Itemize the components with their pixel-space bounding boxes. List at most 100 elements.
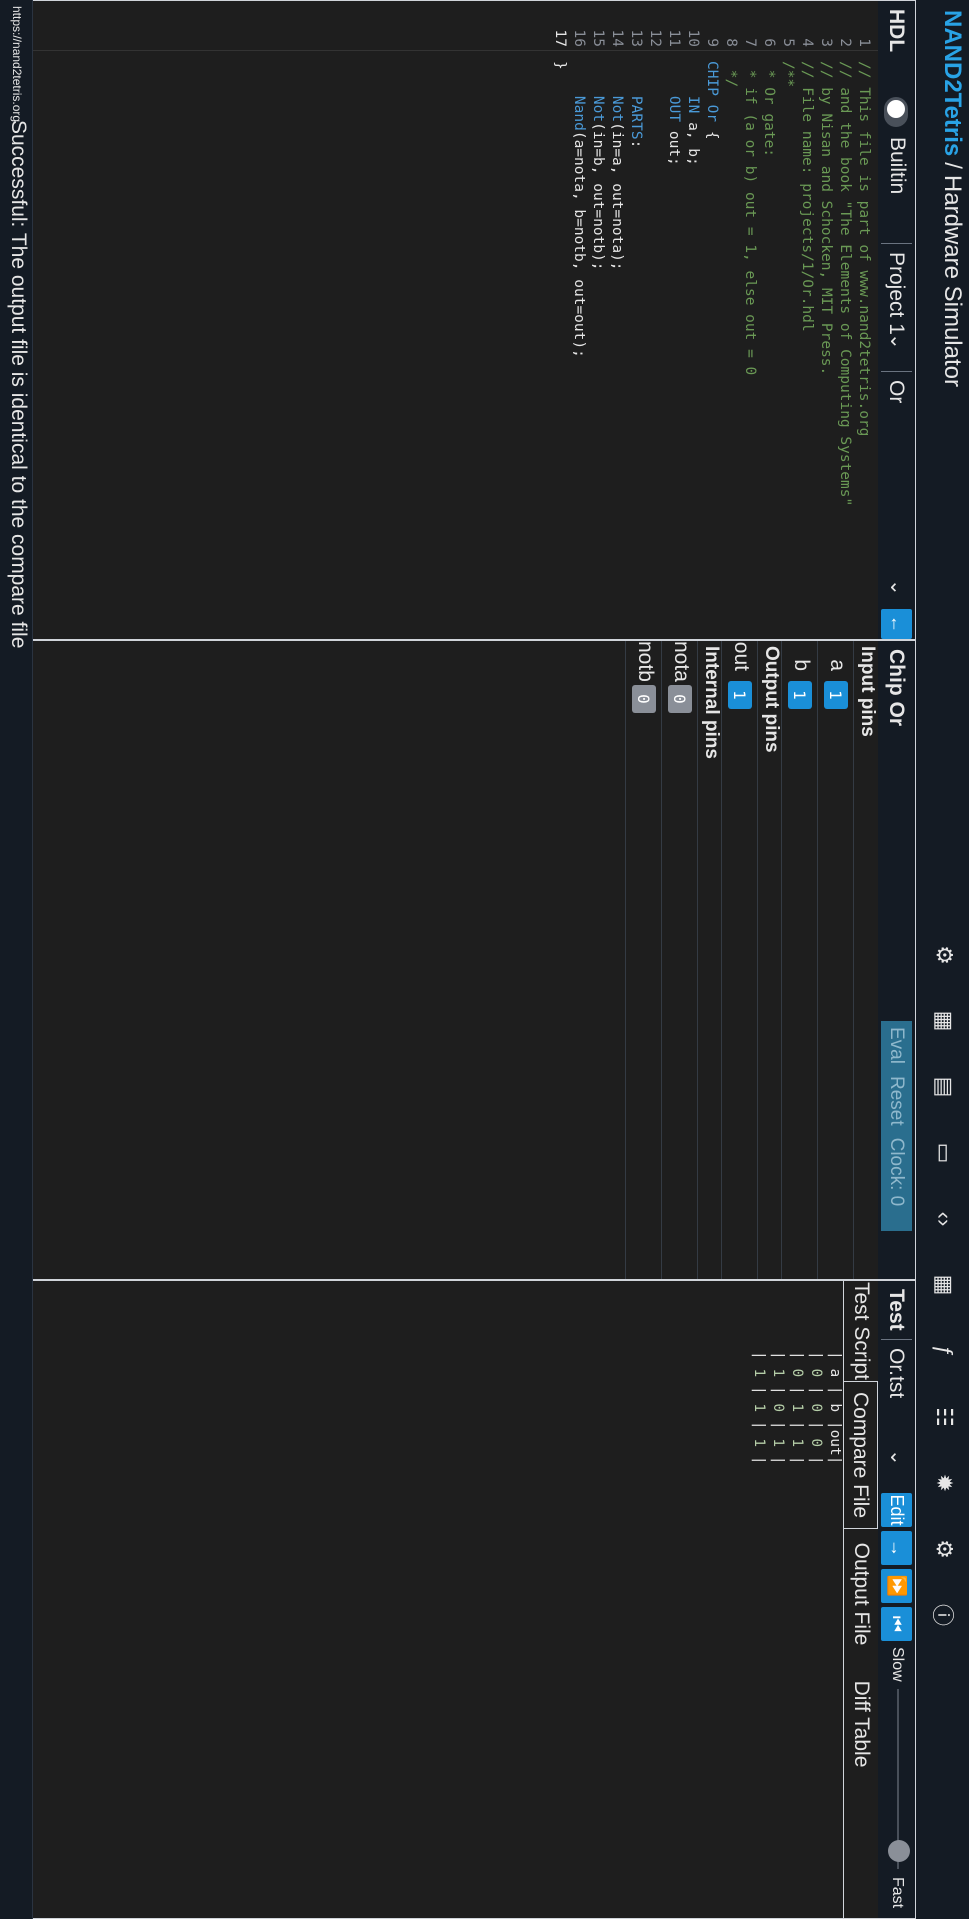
pin-value[interactable]: 1 bbox=[788, 681, 812, 709]
chip-select-value: Or bbox=[885, 380, 909, 404]
code-line[interactable]: 10 IN a, b; bbox=[683, 1, 702, 639]
pin-row-b: b1 bbox=[781, 641, 818, 1279]
eval-button[interactable]: Eval bbox=[886, 1027, 908, 1064]
tab-compare-file[interactable]: Compare File bbox=[844, 1381, 878, 1529]
line-text: Nand(a=nota, b=notb, out=out); bbox=[571, 95, 587, 358]
run-button[interactable]: ⏩ bbox=[881, 1569, 912, 1603]
output-pins-header: Output pins bbox=[757, 641, 782, 1279]
test-tabs: Test Script Compare File Output File Diff T… bbox=[843, 1281, 878, 1918]
code-icon[interactable]: ‹› bbox=[929, 1204, 959, 1234]
line-text: // and the book "The Elements of Computi… bbox=[837, 61, 853, 507]
line-text: */ bbox=[723, 61, 739, 88]
tab-test-script[interactable]: Test Script bbox=[844, 1281, 878, 1381]
header-toolbar: ⚙ ▦ ▤ ▭ ‹› ▦ ƒ ☷ ✹ ⚙ ⓘ bbox=[929, 940, 959, 1919]
chip-panel: Chip Or Eval Reset Clock: 0 Input pins a 1… bbox=[0, 640, 916, 1280]
code-line[interactable]: 2 // and the book "The Elements of Comput… bbox=[835, 1, 854, 639]
line-number: 6 bbox=[761, 38, 777, 47]
reset-test-button[interactable]: ⏮ bbox=[881, 1607, 912, 1641]
line-text: /** bbox=[780, 61, 796, 88]
pin-row-a: a1 bbox=[817, 641, 854, 1279]
chevron-down-icon[interactable]: ⌄ bbox=[885, 579, 910, 596]
reset-button[interactable]: Reset bbox=[886, 1076, 908, 1126]
code-line[interactable]: 11 OUT out; bbox=[664, 1, 683, 639]
book-icon[interactable]: ☷ bbox=[929, 1402, 959, 1432]
pin-name: b bbox=[790, 659, 813, 671]
project-select[interactable]: Project 1 bbox=[881, 243, 912, 372]
line-number: 3 bbox=[818, 38, 834, 47]
bug-icon[interactable]: ✹ bbox=[929, 1468, 959, 1498]
tab-output-file[interactable]: Output File bbox=[844, 1529, 878, 1659]
code-line[interactable]: 16 Nand(a=nota, b=notb, out=out); bbox=[569, 1, 588, 639]
line-number: 10 bbox=[685, 29, 701, 47]
line-number: 7 bbox=[742, 38, 758, 47]
pin-value[interactable]: 1 bbox=[728, 681, 752, 709]
line-number: 9 bbox=[704, 38, 720, 47]
hdl-editor[interactable]: 1 // This file is part of www.nand2tetris… bbox=[1, 1, 878, 639]
code-line[interactable]: 3 // by Nisan and Schocken, MIT Press. bbox=[816, 1, 835, 639]
code-line[interactable]: 7 * if (a or b) out = 1, else out = 0 bbox=[740, 1, 759, 639]
code-line[interactable]: 15 Not(in=b, out=notb); bbox=[588, 1, 607, 639]
function-icon[interactable]: ƒ bbox=[929, 1336, 959, 1366]
line-number: 12 bbox=[647, 29, 663, 47]
builtin-label: Builtin bbox=[886, 137, 909, 195]
builtin-toggle[interactable] bbox=[884, 97, 908, 127]
line-text: PARTS: bbox=[628, 95, 644, 149]
brand-name[interactable]: NAND2Tetris bbox=[939, 10, 966, 156]
chip-icon[interactable]: ⚙ bbox=[929, 940, 959, 970]
code-line[interactable]: 8 */ bbox=[721, 1, 740, 639]
code-line[interactable]: 6 * Or gate: bbox=[759, 1, 778, 639]
tab-diff-table[interactable]: Diff Table bbox=[844, 1659, 878, 1789]
fast-label: Fast bbox=[889, 1877, 906, 1909]
line-text: Not(in=b, out=notb); bbox=[590, 95, 606, 271]
chevron-down-icon[interactable]: ⌄ bbox=[885, 333, 910, 350]
code-line[interactable]: 9 CHIP Or { bbox=[702, 1, 721, 639]
chevron-down-icon[interactable]: ⌄ bbox=[885, 1449, 910, 1466]
compare-row: | 1 | 0 | 1 | bbox=[770, 1351, 786, 1465]
code-line[interactable]: 5 /** bbox=[778, 1, 797, 639]
line-number: 1 bbox=[856, 38, 872, 47]
line-number: 15 bbox=[590, 29, 606, 47]
pin-name: notb bbox=[634, 641, 657, 682]
pin-row-notb: notb 0 bbox=[625, 641, 662, 1279]
line-number: 4 bbox=[799, 38, 815, 47]
line-text: // This file is part of www.nand2tetris.… bbox=[856, 61, 872, 437]
footer-link[interactable]: https://nand2tetris.org bbox=[10, 6, 24, 122]
settings-icon[interactable]: ⚙ bbox=[929, 1534, 959, 1564]
ram-icon[interactable]: ▤ bbox=[929, 1072, 959, 1102]
pin-value: 0 bbox=[668, 685, 692, 713]
code-line[interactable]: 12 bbox=[645, 1, 664, 639]
code-line[interactable]: 4 // File name: projects/1/Or.hdl bbox=[797, 1, 816, 639]
chip-select[interactable]: Or bbox=[881, 371, 912, 610]
pin-value[interactable]: 1 bbox=[824, 681, 848, 709]
hdl-panel: HDL Builtin Project 1 ⌄ Or ⌄ ← 1 // This … bbox=[0, 0, 916, 640]
compare-row: | 1 | 1 | 1 | bbox=[751, 1351, 767, 1465]
test-file-select[interactable]: Or.tst bbox=[881, 1339, 912, 1448]
step-button[interactable]: → bbox=[881, 1531, 912, 1565]
load-chip-button[interactable]: ← bbox=[881, 609, 912, 639]
line-number: 5 bbox=[780, 38, 796, 47]
edit-button[interactable]: Edit bbox=[881, 1493, 912, 1527]
line-number: 13 bbox=[628, 29, 644, 47]
line-text: CHIP Or { bbox=[704, 61, 720, 140]
memory-icon[interactable]: ▦ bbox=[929, 1006, 959, 1036]
title-separator: / bbox=[939, 162, 966, 169]
line-text: * if (a or b) out = 1, else out = 0 bbox=[742, 61, 758, 376]
toggle-knob[interactable] bbox=[887, 100, 905, 118]
internal-pins-header: Internal pins bbox=[697, 641, 722, 1279]
screen-icon[interactable]: ▭ bbox=[929, 1138, 959, 1168]
hdl-title: HDL bbox=[885, 9, 909, 53]
pin-value: 0 bbox=[632, 685, 656, 713]
line-number: 8 bbox=[723, 38, 739, 47]
speed-slider-handle[interactable] bbox=[888, 1840, 910, 1862]
line-number: 11 bbox=[666, 29, 682, 47]
status-bar: https://nand2tetris.org Successful: The … bbox=[0, 0, 33, 1919]
status-message: Successful: The output file is identical… bbox=[7, 120, 30, 649]
code-line[interactable]: 17} bbox=[550, 1, 569, 639]
code-line[interactable]: 13 PARTS: bbox=[626, 1, 645, 639]
info-icon[interactable]: ⓘ bbox=[929, 1600, 959, 1630]
grid-icon[interactable]: ▦ bbox=[929, 1270, 959, 1300]
chip-panel-header: Chip Or Eval Reset Clock: 0 bbox=[878, 641, 915, 1279]
code-line[interactable]: 14 Not(in=a, out=nota); bbox=[607, 1, 626, 639]
code-line[interactable]: 1 // This file is part of www.nand2tetris… bbox=[854, 1, 873, 639]
clock-button[interactable]: Clock: 0 bbox=[886, 1138, 908, 1207]
